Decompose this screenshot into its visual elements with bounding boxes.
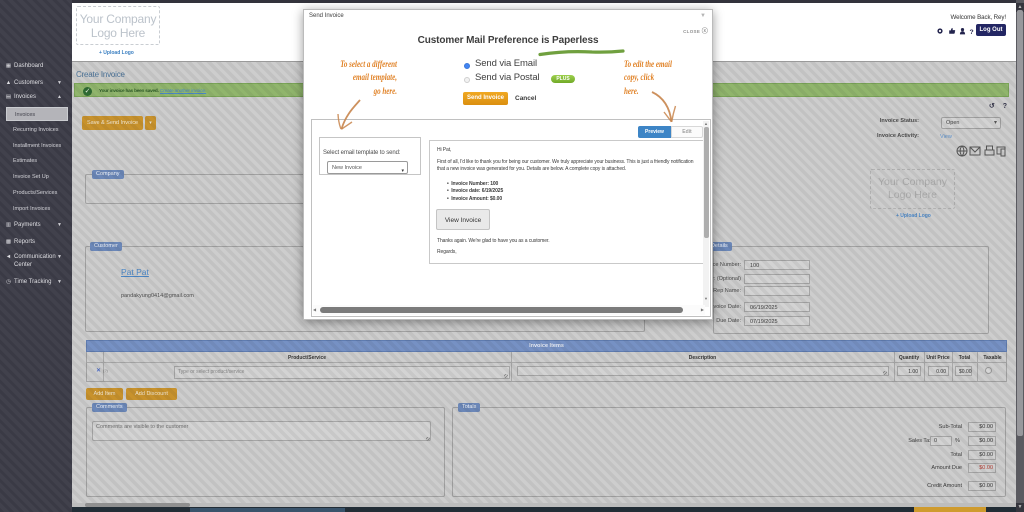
svg-text:?: ? xyxy=(970,29,974,35)
